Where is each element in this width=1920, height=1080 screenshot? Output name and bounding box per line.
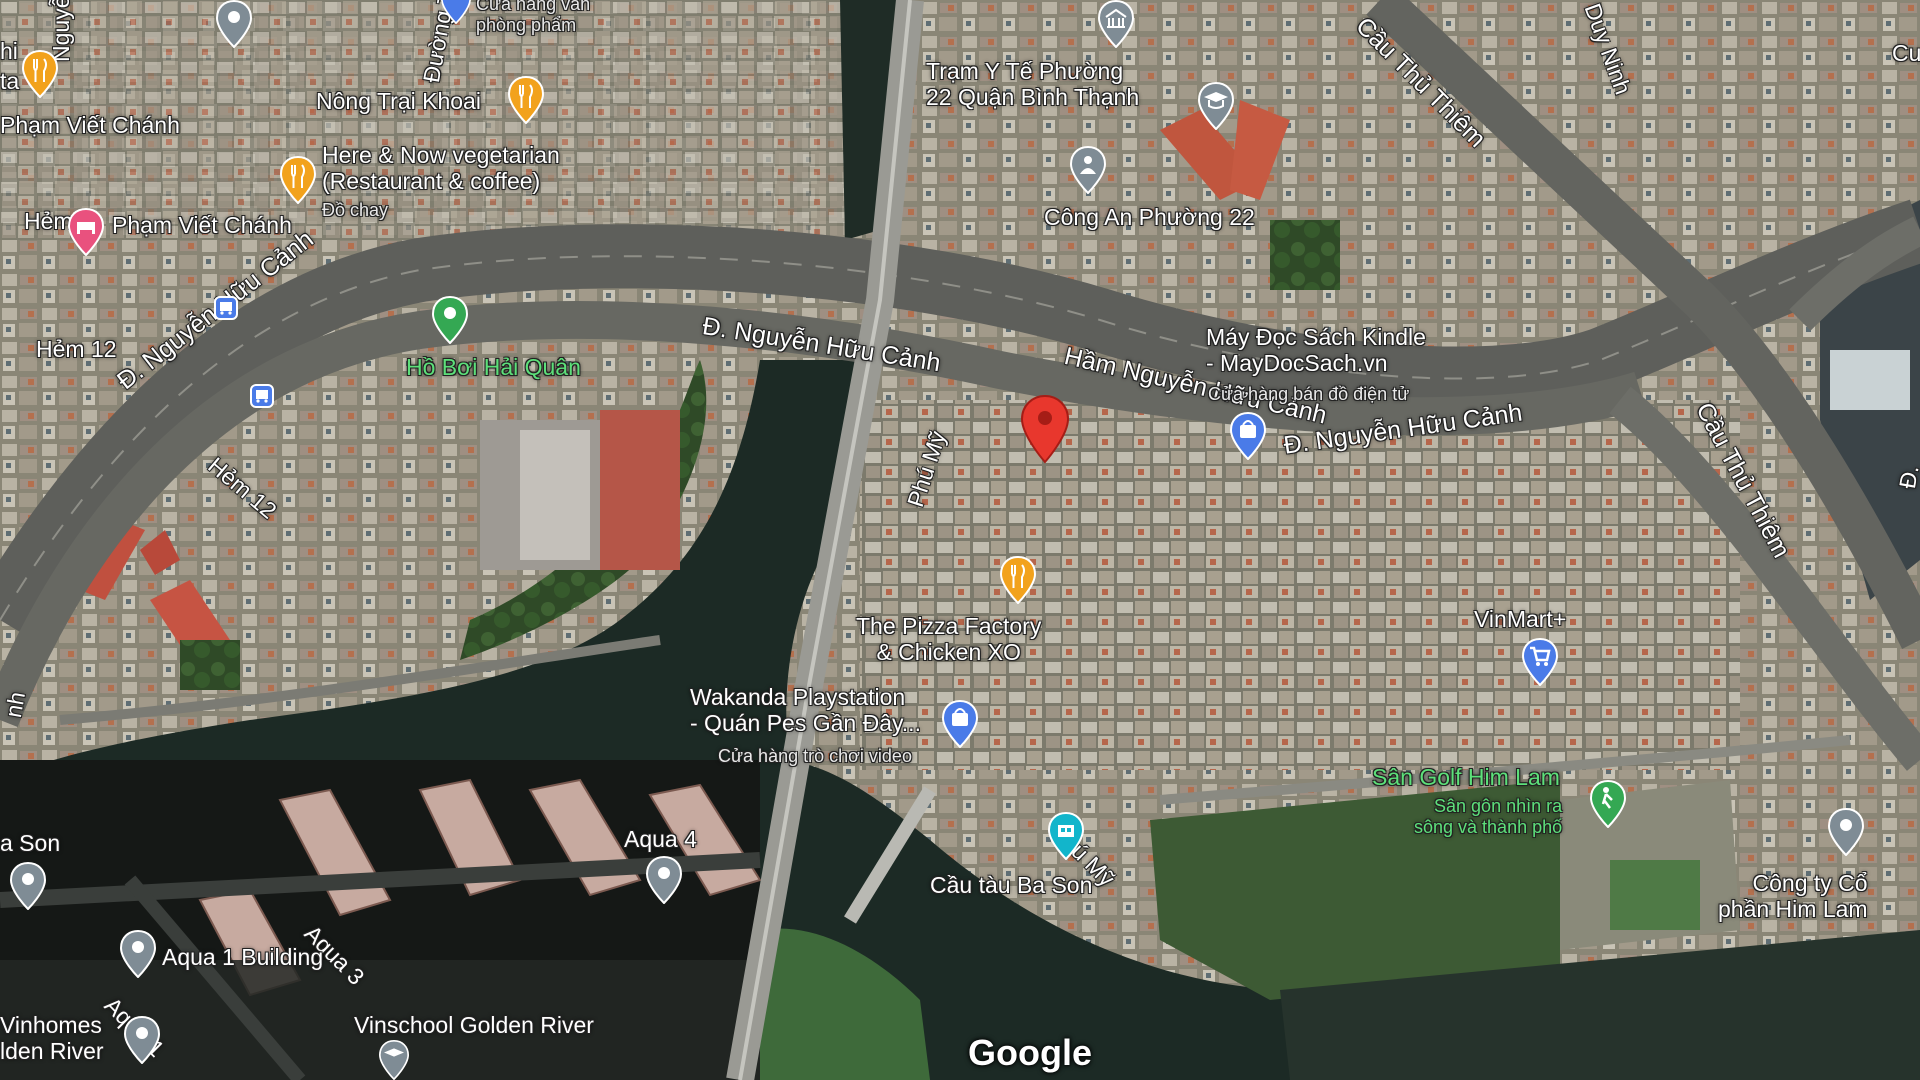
police-pin-icon[interactable]	[1070, 146, 1106, 194]
road-label-hem: Hẻm	[24, 208, 73, 234]
place-label-tram-y-te[interactable]: Trạm Y Tế Phường 22 Quận Bình Thạnh	[926, 58, 1139, 111]
restaurant-pin-icon[interactable]	[22, 50, 58, 98]
restaurant-pin-icon[interactable]	[280, 156, 316, 204]
place-label-him-lam-company[interactable]: Công ty Cổ phần Him Lam	[1718, 870, 1868, 923]
location-pin-icon[interactable]	[1828, 808, 1864, 856]
place-label-ho-boi-hai-quan[interactable]: Hồ Bơi Hải Quân	[406, 354, 581, 380]
park-pin-icon[interactable]	[432, 296, 468, 344]
place-sub-here-now: Đồ chay	[322, 200, 389, 220]
school-pin-icon[interactable]	[1198, 82, 1234, 130]
google-logo: Google	[968, 1032, 1092, 1073]
place-label-vinmart[interactable]: VinMart+	[1474, 606, 1566, 632]
road-label-edge-nh: nh	[0, 689, 31, 720]
road-label-pham-viet-chanh-b: Phạm Viết Chánh	[112, 212, 292, 238]
place-label-top-store: Cửa hàng văn phòng phẩm	[476, 0, 591, 35]
bus-stop-icon[interactable]	[250, 384, 274, 408]
road-label-edge-d: Đ.	[1894, 463, 1920, 491]
school-pin-icon[interactable]	[376, 1040, 412, 1080]
location-pin-icon[interactable]	[646, 856, 682, 904]
road-label-hem-12-a: Hẻm 12	[36, 336, 117, 362]
location-pin-icon[interactable]	[120, 930, 156, 978]
place-label-wakanda[interactable]: Wakanda Playstation - Quán Pes Gần Đây..…	[690, 684, 921, 737]
place-label-vinhomes[interactable]: Vinhomes lden River	[0, 1012, 104, 1065]
location-pin-icon[interactable]	[216, 0, 252, 48]
shopping-bag-pin-icon[interactable]	[942, 700, 978, 748]
shopping-bag-pin-icon[interactable]	[1230, 412, 1266, 460]
place-label-aqua-4[interactable]: Aqua 4	[624, 826, 697, 852]
place-label-pizza-factory[interactable]: The Pizza Factory & Chicken XO	[856, 613, 1041, 666]
shopping-cart-pin-icon[interactable]	[1522, 638, 1558, 686]
place-label-golf-him-lam[interactable]: Sân Golf Him Lam	[1372, 764, 1560, 790]
road-label-pham-viet-chanh-a: Phạm Viết Chánh	[0, 112, 180, 138]
place-label-ba-son[interactable]: a Son	[0, 830, 60, 856]
hotel-pin-icon[interactable]	[68, 208, 104, 256]
school-pin-icon[interactable]	[1098, 0, 1134, 48]
place-label-cong-an[interactable]: Công An Phường 22	[1044, 204, 1255, 230]
place-sub-wakanda: Cửa hàng trò chơi video	[718, 746, 912, 766]
place-label-nong-trai-khoai[interactable]: Nông Trại Khoai	[316, 88, 481, 114]
location-pin-icon[interactable]	[10, 862, 46, 910]
place-sub-golf: Sân gôn nhìn ra sông và thành phố	[1414, 796, 1563, 837]
restaurant-pin-icon[interactable]	[1000, 556, 1036, 604]
place-label-aqua-1-building[interactable]: Aqua 1 Building	[162, 944, 323, 970]
location-pin-icon[interactable]	[124, 1016, 160, 1064]
road-label-edge-hi: hi	[0, 38, 18, 64]
place-sub-kindle: Cửa hàng bán đồ điện tử	[1208, 384, 1410, 404]
place-label-vinschool[interactable]: Vinschool Golden River	[354, 1012, 594, 1038]
golf-pin-icon[interactable]	[1590, 780, 1626, 828]
place-label-here-now[interactable]: Here & Now vegetarian (Restaurant & coff…	[322, 142, 560, 195]
shopping-bag-pin-icon[interactable]	[438, 0, 474, 24]
place-label-cau-tau-ba-son[interactable]: Cầu tàu Ba Son	[930, 872, 1092, 898]
road-label-edge-ta: ta	[0, 68, 20, 94]
satellite-map[interactable]: Đ. Nguyễn Hữu Cảnh Đ. Nguyễn Hữu Cảnh Hầ…	[0, 0, 1920, 1080]
pier-pin-icon[interactable]	[1048, 812, 1084, 860]
selected-location-pin-icon[interactable]	[1020, 394, 1070, 464]
bus-stop-icon[interactable]	[214, 296, 238, 320]
place-label-kindle[interactable]: Máy Đọc Sách Kindle - MayDocSach.vn	[1206, 324, 1426, 377]
road-label-edge-cu: Cu	[1892, 40, 1920, 66]
restaurant-pin-icon[interactable]	[508, 76, 544, 124]
